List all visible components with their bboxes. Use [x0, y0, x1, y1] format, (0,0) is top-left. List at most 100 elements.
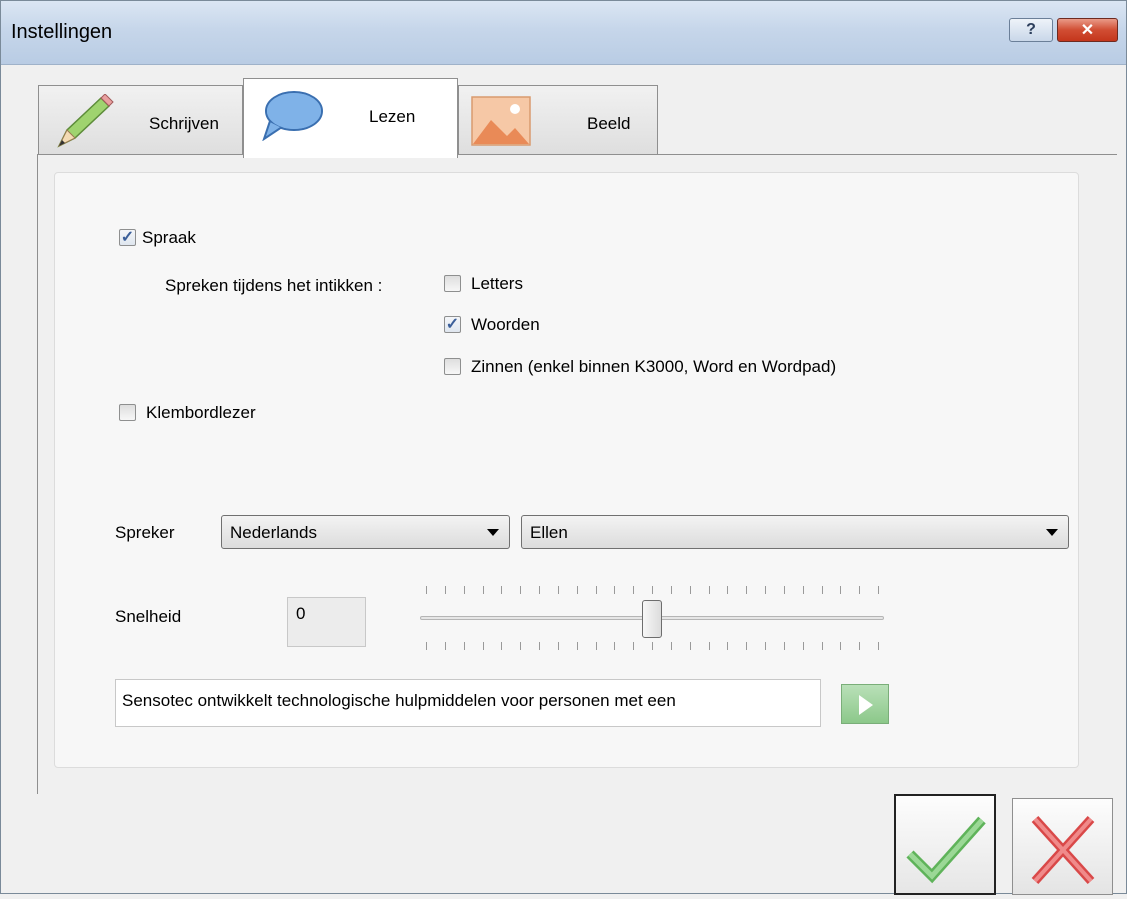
close-icon: [1031, 815, 1095, 885]
slider-tick: [595, 586, 597, 594]
language-value: Nederlands: [230, 523, 317, 542]
speed-value-field: 0: [287, 597, 366, 647]
speed-value: 0: [296, 604, 306, 623]
slider-tick: [878, 586, 879, 594]
checkmark-icon: [906, 816, 986, 884]
checkmark-icon: ✓: [445, 316, 460, 333]
slider-tick: [689, 586, 691, 594]
slider-tick: [840, 586, 842, 594]
slider-tick: [878, 642, 879, 650]
slider-tick: [557, 586, 559, 594]
klembordlezer-label: Klembordlezer: [146, 403, 256, 422]
typing-label: Spreken tijdens het intikken :: [165, 276, 383, 295]
woorden-checkbox[interactable]: ✓: [444, 316, 461, 333]
close-button[interactable]: ✕: [1057, 18, 1118, 42]
pencil-icon: [57, 94, 114, 148]
slider-tick: [859, 586, 861, 594]
window-title: Instellingen: [11, 21, 113, 43]
slider-tick: [652, 586, 653, 594]
slider-tick: [539, 642, 540, 650]
slider-tick: [633, 586, 635, 594]
slider-tick: [463, 642, 465, 650]
slider-tick: [426, 642, 427, 650]
slider-tick: [444, 642, 446, 650]
slider-tick: [426, 586, 427, 594]
tab-schrijven[interactable]: Schrijven: [38, 85, 243, 155]
slider-tick: [520, 586, 522, 594]
sample-text-input[interactable]: Sensotec ontwikkelt technologische hulpm…: [115, 679, 821, 727]
slider-tick: [821, 642, 823, 650]
voice-dropdown[interactable]: Ellen: [521, 515, 1069, 549]
slider-tick: [576, 586, 578, 594]
play-button[interactable]: [841, 684, 889, 724]
zinnen-checkbox[interactable]: [444, 358, 461, 375]
slider-tick: [783, 586, 785, 594]
tab-label: Beeld: [587, 114, 631, 133]
slider-tick: [444, 586, 446, 594]
close-icon: ✕: [1080, 22, 1095, 39]
zinnen-label: Zinnen (enkel binnen K3000, Word en Word…: [471, 357, 837, 376]
slider-tick: [576, 642, 578, 650]
slider-tick: [802, 642, 804, 650]
snelheid-label: Snelheid: [115, 607, 182, 626]
slider-tick: [501, 586, 503, 594]
slider-tick: [727, 642, 729, 650]
slider-tick: [689, 642, 691, 650]
klembordlezer-checkbox[interactable]: [119, 404, 136, 421]
slider-tick: [501, 642, 503, 650]
spreker-label: Spreker: [115, 523, 175, 542]
slider-tick: [670, 642, 672, 650]
slider-tick: [840, 642, 842, 650]
slider-tick: [614, 586, 616, 594]
settings-dialog: Instellingen ? ✕ Schrijven Lezen Beeld ✓…: [0, 0, 1127, 895]
slider-tick: [463, 586, 465, 594]
slider-tick: [859, 642, 861, 650]
letters-checkbox[interactable]: [444, 275, 461, 292]
slider-tick: [746, 642, 748, 650]
slider-tick: [708, 586, 710, 594]
tab-label: Lezen: [369, 107, 416, 126]
slider-tick: [821, 586, 823, 594]
slider-tick: [802, 586, 804, 594]
spraak-label: Spraak: [142, 228, 196, 247]
slider-tick: [633, 642, 635, 650]
slider-tick: [557, 642, 559, 650]
slider-tick: [708, 642, 710, 650]
letters-label: Letters: [471, 274, 523, 293]
tab-beeld[interactable]: Beeld: [458, 85, 658, 155]
slider-ticks-top: [426, 586, 879, 594]
woorden-label: Woorden: [471, 315, 540, 334]
play-icon: [859, 695, 873, 715]
sample-text-value: Sensotec ontwikkelt technologische hulpm…: [122, 691, 676, 710]
slider-tick: [746, 586, 748, 594]
slider-ticks-bottom: [426, 642, 879, 650]
slider-tick: [520, 642, 522, 650]
checkmark-icon: ✓: [120, 229, 135, 246]
slider-tick: [652, 642, 653, 650]
title-bar: Instellingen ? ✕: [1, 1, 1126, 65]
help-icon: ?: [1026, 21, 1036, 38]
language-dropdown[interactable]: Nederlands: [221, 515, 510, 549]
slider-tick: [595, 642, 597, 650]
slider-tick: [765, 586, 766, 594]
slider-tick: [539, 586, 540, 594]
slider-tick: [783, 642, 785, 650]
slider-tick: [482, 586, 484, 594]
slider-tick: [670, 586, 672, 594]
slider-tick: [765, 642, 766, 650]
slider-tick: [727, 586, 729, 594]
speed-slider-thumb[interactable]: [642, 600, 662, 638]
image-icon: [471, 96, 531, 146]
slider-tick: [614, 642, 616, 650]
cancel-button[interactable]: [1012, 798, 1113, 895]
voice-value: Ellen: [530, 523, 568, 542]
spraak-checkbox[interactable]: ✓: [119, 229, 136, 246]
ok-button[interactable]: [894, 794, 996, 895]
tab-lezen[interactable]: Lezen: [243, 78, 458, 158]
help-button[interactable]: ?: [1009, 18, 1053, 42]
tab-label: Schrijven: [149, 114, 219, 133]
speech-bubble-icon: [262, 91, 323, 141]
chevron-down-icon: [487, 529, 499, 536]
chevron-down-icon: [1046, 529, 1058, 536]
slider-tick: [482, 642, 484, 650]
